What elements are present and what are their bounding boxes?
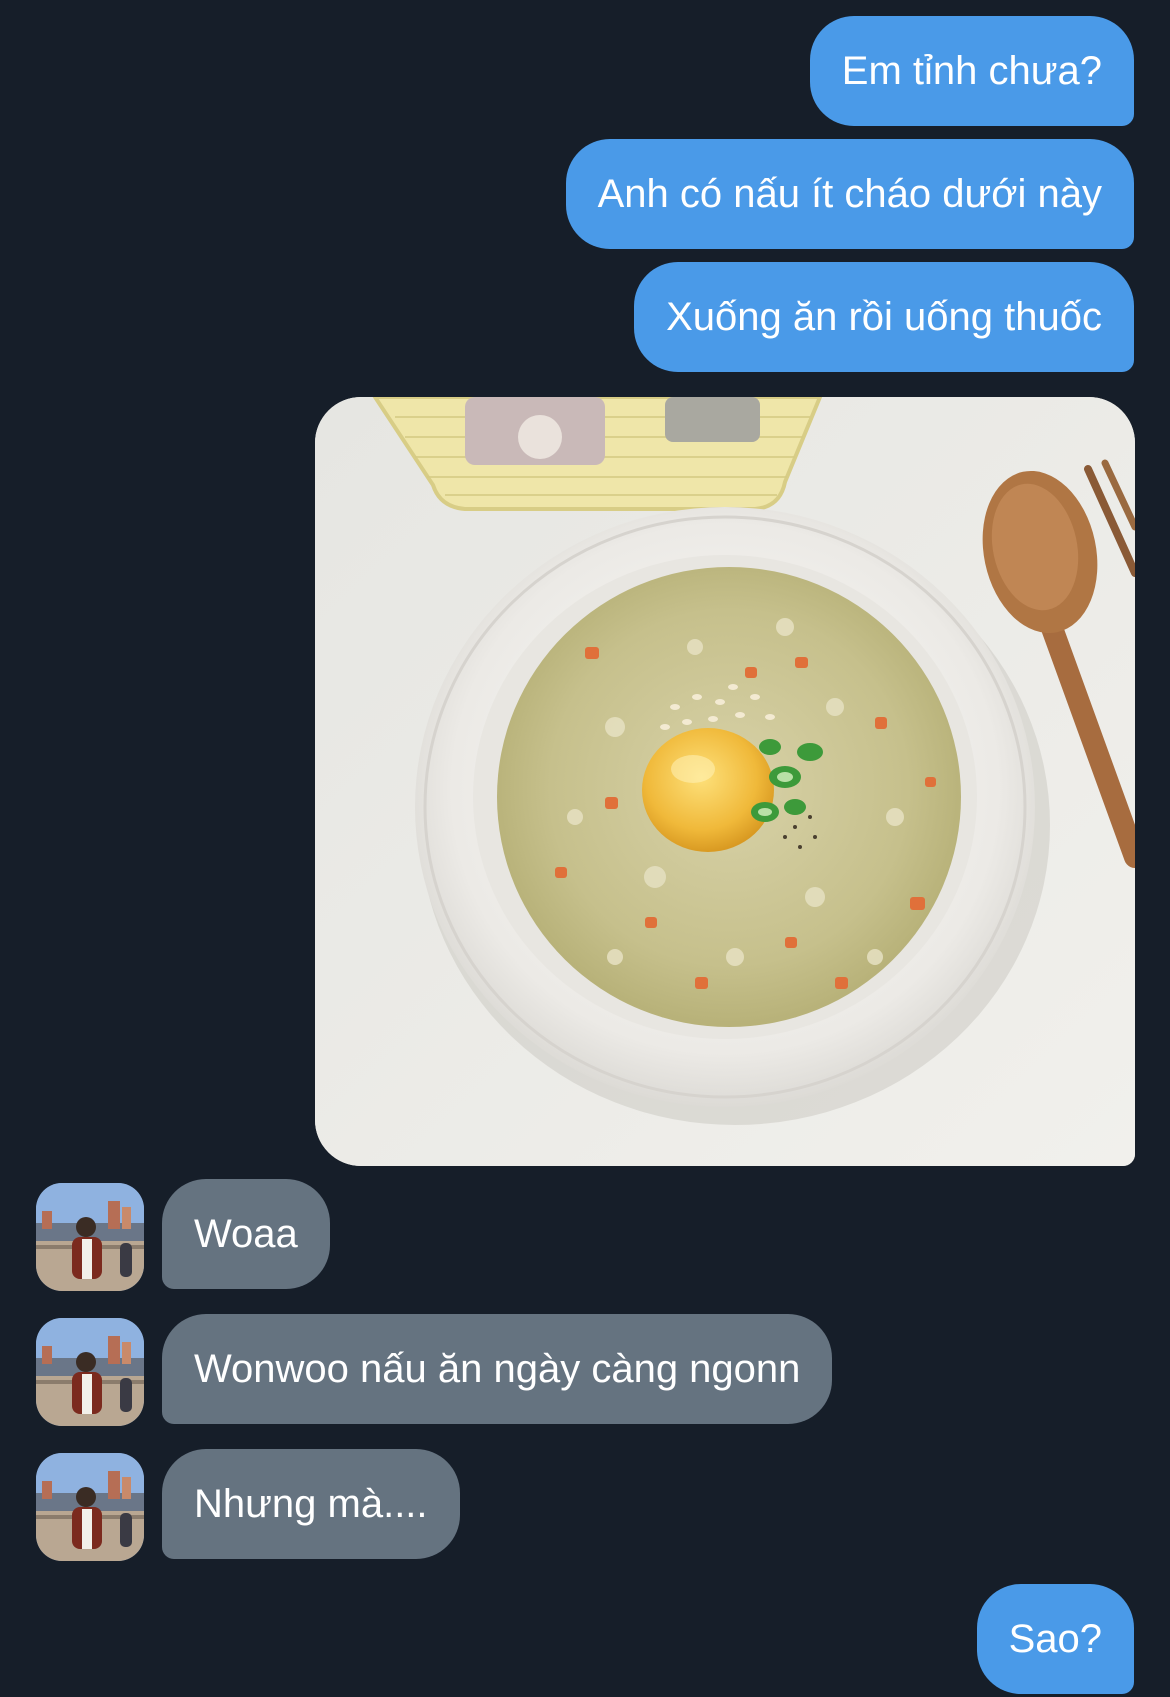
incoming-message[interactable]: Woaa <box>162 1179 330 1289</box>
contact-avatar[interactable] <box>36 1183 144 1291</box>
incoming-message[interactable]: Wonwoo nấu ăn ngày càng ngonn <box>162 1314 833 1424</box>
outgoing-message[interactable]: Sao? <box>976 1584 1134 1694</box>
message-text: Sao? <box>1008 1617 1102 1661</box>
outgoing-message[interactable]: Xuống ăn rồi uống thuốc <box>634 262 1134 372</box>
porridge-photo <box>315 397 1135 1166</box>
outgoing-message[interactable]: Anh có nấu ít cháo dưới này <box>565 139 1134 249</box>
contact-avatar[interactable] <box>36 1453 144 1561</box>
message-text: Anh có nấu ít cháo dưới này <box>597 172 1102 216</box>
message-text: Nhưng mà.... <box>194 1482 428 1526</box>
message-text: Woaa <box>194 1212 298 1256</box>
contact-avatar[interactable] <box>36 1318 144 1426</box>
message-text: Xuống ăn rồi uống thuốc <box>666 295 1102 339</box>
outgoing-message[interactable]: Em tỉnh chưa? <box>809 16 1134 126</box>
message-text: Em tỉnh chưa? <box>841 49 1102 93</box>
incoming-message[interactable]: Nhưng mà.... <box>162 1449 460 1559</box>
message-text: Wonwoo nấu ăn ngày càng ngonn <box>194 1347 801 1391</box>
photo-message[interactable] <box>315 397 1135 1166</box>
